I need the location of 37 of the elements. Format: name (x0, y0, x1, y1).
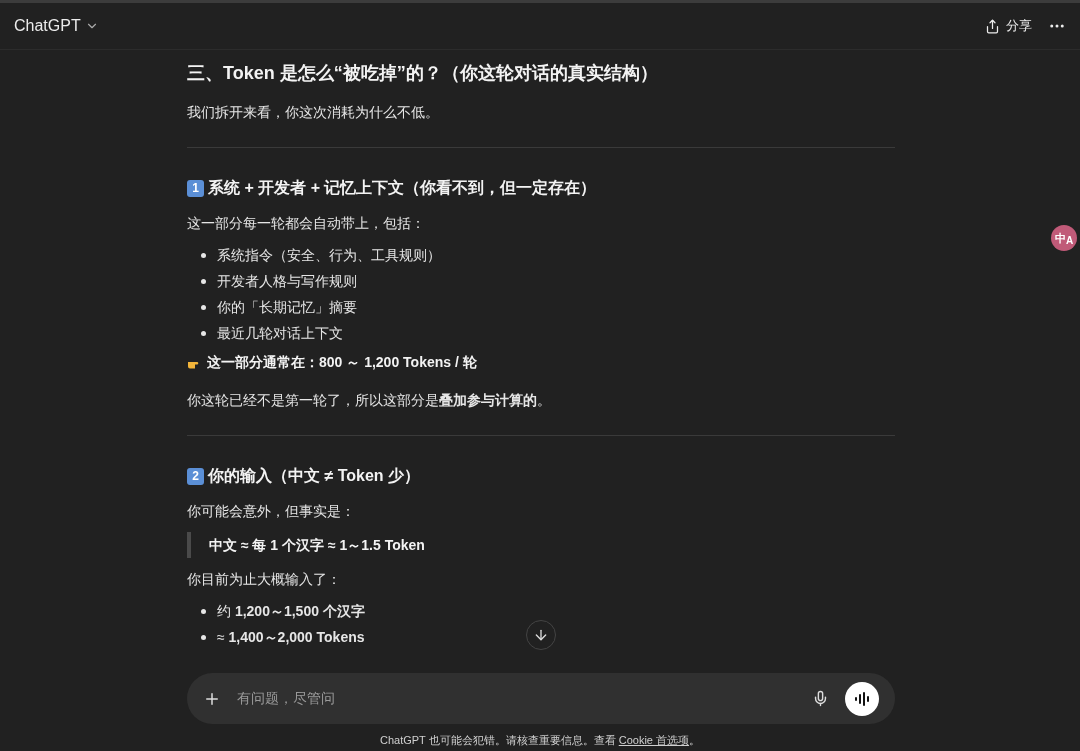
list-item: ≈ 1,400～2,000 Tokens (217, 627, 365, 647)
subsection-heading: 你的输入（中文 ≠ Token 少） (208, 466, 421, 486)
paragraph: 我们拆开来看，你这次消耗为什么不低。 (187, 103, 440, 122)
disclaimer: ChatGPT 也可能会犯错。请核查重要信息。查看 Cookie 首选项。 (378, 733, 702, 748)
cookie-preferences-link[interactable]: Cookie 首选项 (618, 734, 690, 746)
sound-wave-icon (854, 691, 870, 706)
number-keycap-icon: 1 (187, 179, 204, 197)
callout-text: 这一部分通常在：800 ～ 1,200 Tokens / 轮 (207, 353, 477, 372)
list-item: 系统指令（安全、行为、工具规则） (217, 245, 441, 265)
bullet-icon (201, 278, 206, 284)
paragraph: 你目前为止大概输入了： (187, 570, 342, 589)
scroll-down-button[interactable] (526, 620, 556, 650)
arrow-down-icon (533, 627, 549, 643)
bullet-icon (201, 252, 206, 258)
number-keycap-icon: 2 (187, 467, 204, 485)
voice-mode-button[interactable] (845, 681, 879, 716)
message-input[interactable]: 有问题，尽管问 (237, 688, 812, 709)
model-selector[interactable]: ChatGPT (14, 14, 99, 38)
list-item: 约 1,200～1,500 个汉字 (217, 601, 365, 621)
share-icon (985, 18, 1000, 34)
blockquote: 中文 ≈ 每 1 个汉字 ≈ 1～1.5 Token (187, 532, 895, 558)
list-item: 开发者人格与写作规则 (217, 271, 357, 291)
paragraph: 这一部分每一轮都会自动带上，包括： (187, 214, 426, 233)
section-heading: 三、Token 是怎么“被吃掉”的？（你这轮对话的真实结构） (187, 62, 659, 85)
translate-button[interactable]: 中A (1051, 225, 1077, 251)
bullet-icon (201, 634, 206, 640)
paragraph: 你这轮已经不是第一轮了，所以这部分是叠加参与计算的。 (187, 391, 552, 410)
bullet-icon (201, 304, 206, 310)
bullet-icon (201, 330, 206, 336)
paragraph: 你可能会意外，但事实是： (187, 502, 356, 521)
subsection-heading: 系统 + 开发者 + 记忆上下文（你看不到，但一定存在） (208, 178, 597, 198)
microphone-icon[interactable] (812, 690, 829, 707)
list-item: 最近几轮对话上下文 (217, 323, 343, 343)
list-item: 你的「长期记忆」摘要 (217, 297, 357, 317)
message-composer[interactable]: 有问题，尽管问 (187, 673, 895, 724)
bullet-icon (201, 608, 206, 614)
share-button[interactable]: 分享 (985, 16, 1032, 36)
